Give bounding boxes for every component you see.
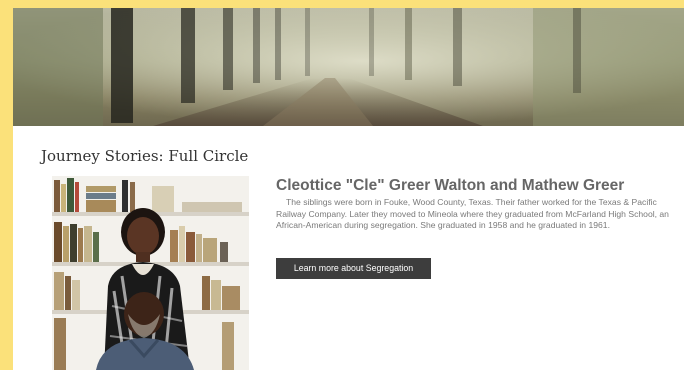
story-photo [52,176,249,370]
hero-banner-image [13,8,684,126]
story-description: The siblings were born in Fouke, Wood Co… [276,197,669,231]
page-content: Journey Stories: Full Circle Cleottice "… [13,8,684,370]
learn-more-segregation-button[interactable]: Learn more about Segregation [276,258,431,279]
section-title: Journey Stories: Full Circle [41,147,249,165]
story-title: Cleottice "Cle" Greer Walton and Mathew … [276,177,625,194]
